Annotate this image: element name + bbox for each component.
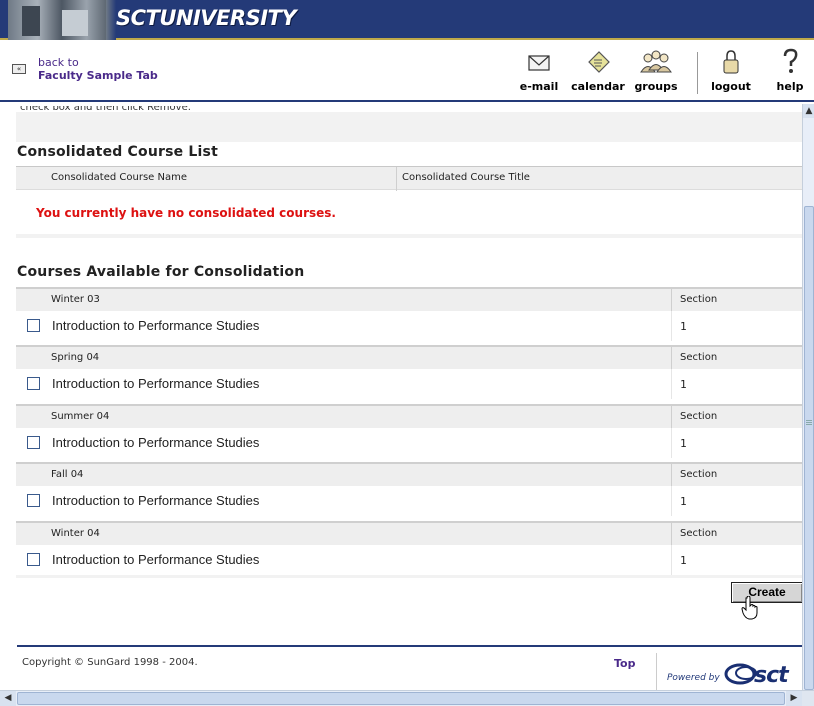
envelope-icon: [528, 55, 550, 71]
section-header: Section: [680, 352, 718, 363]
course-checkbox[interactable]: [27, 494, 40, 507]
term-label: Spring 04: [51, 352, 100, 363]
toolbar-divider: [697, 52, 698, 94]
section-header: Section: [680, 528, 718, 539]
course-section: 1: [680, 495, 687, 508]
course-row: Introduction to Performance Studies 1: [16, 369, 802, 399]
course-row: Introduction to Performance Studies 1: [16, 545, 802, 575]
consolidated-list-title: Consolidated Course List: [17, 144, 218, 160]
term-label: Fall 04: [51, 469, 84, 480]
scroll-right-icon[interactable]: ▶: [786, 691, 802, 706]
course-section: 1: [680, 320, 687, 333]
calendar-button[interactable]: calendar: [570, 48, 626, 93]
university-logo: SCTUNIVERSITY: [116, 6, 297, 30]
course-name: Introduction to Performance Studies: [52, 552, 260, 567]
course-name: Introduction to Performance Studies: [52, 435, 260, 450]
empty-consolidated-message: You currently have no consolidated cours…: [36, 206, 336, 220]
header-banner: SCTUNIVERSITY: [0, 0, 814, 40]
term-label: Winter 04: [51, 528, 100, 539]
column-header-title: Consolidated Course Title: [402, 172, 530, 183]
vertical-scroll-thumb[interactable]: [804, 206, 814, 690]
lock-icon: [723, 50, 739, 74]
groups-icon: [640, 50, 672, 73]
help-label: help: [776, 80, 804, 93]
top-link[interactable]: Top: [614, 657, 635, 670]
logout-button[interactable]: logout: [708, 48, 754, 93]
hand-cursor-icon: [741, 596, 758, 620]
calendar-icon: [588, 51, 610, 73]
copyright-text: Copyright © SunGard 1998 - 2004.: [22, 657, 198, 668]
term-header-row: Winter 03 Section: [16, 287, 802, 311]
back-tab-link[interactable]: Faculty Sample Tab: [38, 69, 158, 82]
powered-by-text: Powered by: [667, 673, 720, 683]
course-row: Introduction to Performance Studies 1: [16, 428, 802, 458]
course-section: 1: [680, 437, 687, 450]
question-icon: [783, 48, 798, 73]
course-name: Introduction to Performance Studies: [52, 376, 260, 391]
groups-label: groups: [634, 80, 678, 93]
term-header-row: Winter 04 Section: [16, 521, 802, 545]
course-name: Introduction to Performance Studies: [52, 318, 260, 333]
footer-divider: [17, 645, 802, 647]
sct-swoosh-icon: sct: [724, 663, 791, 688]
scroll-up-icon[interactable]: ▲: [803, 104, 814, 118]
course-section: 1: [680, 378, 687, 391]
course-checkbox[interactable]: [27, 436, 40, 449]
course-row: Introduction to Performance Studies 1: [16, 486, 802, 516]
course-name: Introduction to Performance Studies: [52, 493, 260, 508]
section-header: Section: [680, 411, 718, 422]
course-checkbox[interactable]: [27, 319, 40, 332]
vertical-scrollbar[interactable]: ▲: [802, 104, 814, 690]
svg-text:sct: sct: [754, 663, 790, 686]
section-header: Section: [680, 469, 718, 480]
calendar-label: calendar: [571, 80, 625, 93]
back-to-label[interactable]: back to: [38, 56, 79, 69]
available-courses-title: Courses Available for Consolidation: [17, 264, 305, 280]
sct-logo: sct: [724, 660, 802, 692]
course-checkbox[interactable]: [27, 377, 40, 390]
horizontal-scrollbar[interactable]: ◀ ▶: [0, 690, 814, 706]
term-label: Winter 03: [51, 294, 100, 305]
help-button[interactable]: help: [772, 48, 808, 93]
column-header-name: Consolidated Course Name: [51, 172, 187, 183]
top-navigation: « back to Faculty Sample Tab e-mail cale…: [0, 42, 814, 102]
email-label: e-mail: [519, 80, 559, 93]
course-row: Introduction to Performance Studies 1: [16, 311, 802, 341]
scroll-left-icon[interactable]: ◀: [0, 691, 16, 706]
campus-photo: [8, 0, 106, 40]
term-header-row: Summer 04 Section: [16, 404, 802, 428]
term-header-row: Fall 04 Section: [16, 462, 802, 486]
course-checkbox[interactable]: [27, 553, 40, 566]
course-section: 1: [680, 554, 687, 567]
groups-button[interactable]: groups: [630, 48, 682, 93]
back-arrow-icon[interactable]: «: [12, 64, 26, 74]
logout-label: logout: [711, 80, 751, 93]
email-button[interactable]: e-mail: [516, 48, 562, 93]
consolidated-table-header: Consolidated Course Name Consolidated Co…: [16, 166, 802, 191]
term-header-row: Spring 04 Section: [16, 345, 802, 369]
section-header: Section: [680, 294, 718, 305]
term-label: Summer 04: [51, 411, 110, 422]
horizontal-scroll-thumb[interactable]: [17, 692, 785, 705]
